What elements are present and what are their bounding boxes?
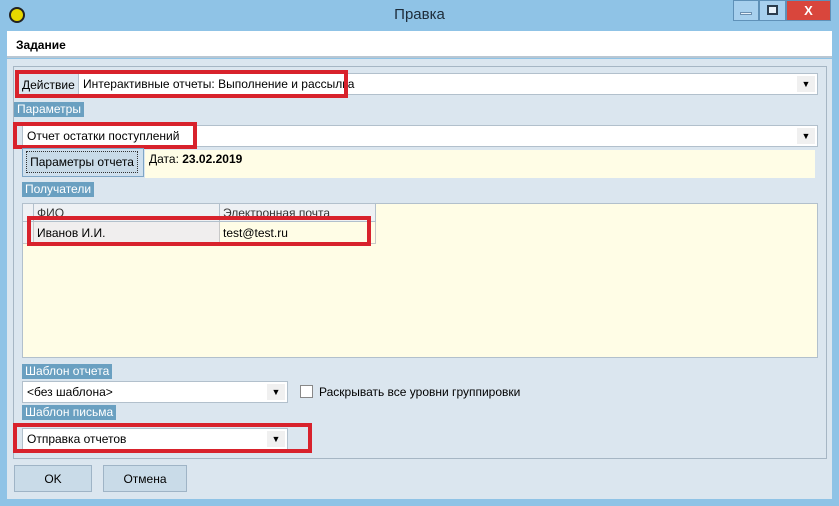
report-template-select[interactable]: <без шаблона> ▼ bbox=[22, 381, 288, 403]
report-params-button[interactable]: Параметры отчета bbox=[26, 151, 138, 173]
maximize-button[interactable] bbox=[759, 0, 786, 21]
highlight-action bbox=[15, 70, 348, 98]
expand-groups-checkbox[interactable] bbox=[300, 385, 313, 398]
chevron-down-icon[interactable]: ▼ bbox=[797, 76, 815, 92]
report-template-value: <без шаблона> bbox=[27, 385, 113, 399]
highlight-report bbox=[13, 122, 197, 149]
chevron-down-icon[interactable]: ▼ bbox=[797, 128, 815, 144]
chevron-down-icon[interactable]: ▼ bbox=[267, 384, 285, 400]
date-field: Дата: 23.02.2019 bbox=[149, 152, 242, 166]
expand-groups-label[interactable]: Раскрывать все уровни группировки bbox=[319, 385, 520, 399]
params-panel bbox=[145, 150, 815, 178]
header-title: Задание bbox=[16, 38, 66, 52]
close-button[interactable]: X bbox=[786, 0, 831, 21]
date-label: Дата: bbox=[149, 152, 179, 166]
date-value: 23.02.2019 bbox=[182, 152, 243, 166]
header: Задание bbox=[7, 31, 832, 58]
minimize-button[interactable] bbox=[733, 0, 759, 21]
cancel-button[interactable]: Отмена bbox=[103, 465, 187, 492]
highlight-letter-template bbox=[13, 423, 312, 453]
window-title: Правка bbox=[394, 6, 445, 23]
params-section-label: Параметры bbox=[14, 102, 84, 117]
ok-button[interactable]: OK bbox=[14, 465, 92, 492]
report-template-label: Шаблон отчета bbox=[22, 364, 113, 379]
highlight-recipient bbox=[27, 216, 371, 246]
recipients-section-label: Получатели bbox=[22, 182, 95, 197]
letter-template-label: Шаблон письма bbox=[22, 405, 117, 420]
